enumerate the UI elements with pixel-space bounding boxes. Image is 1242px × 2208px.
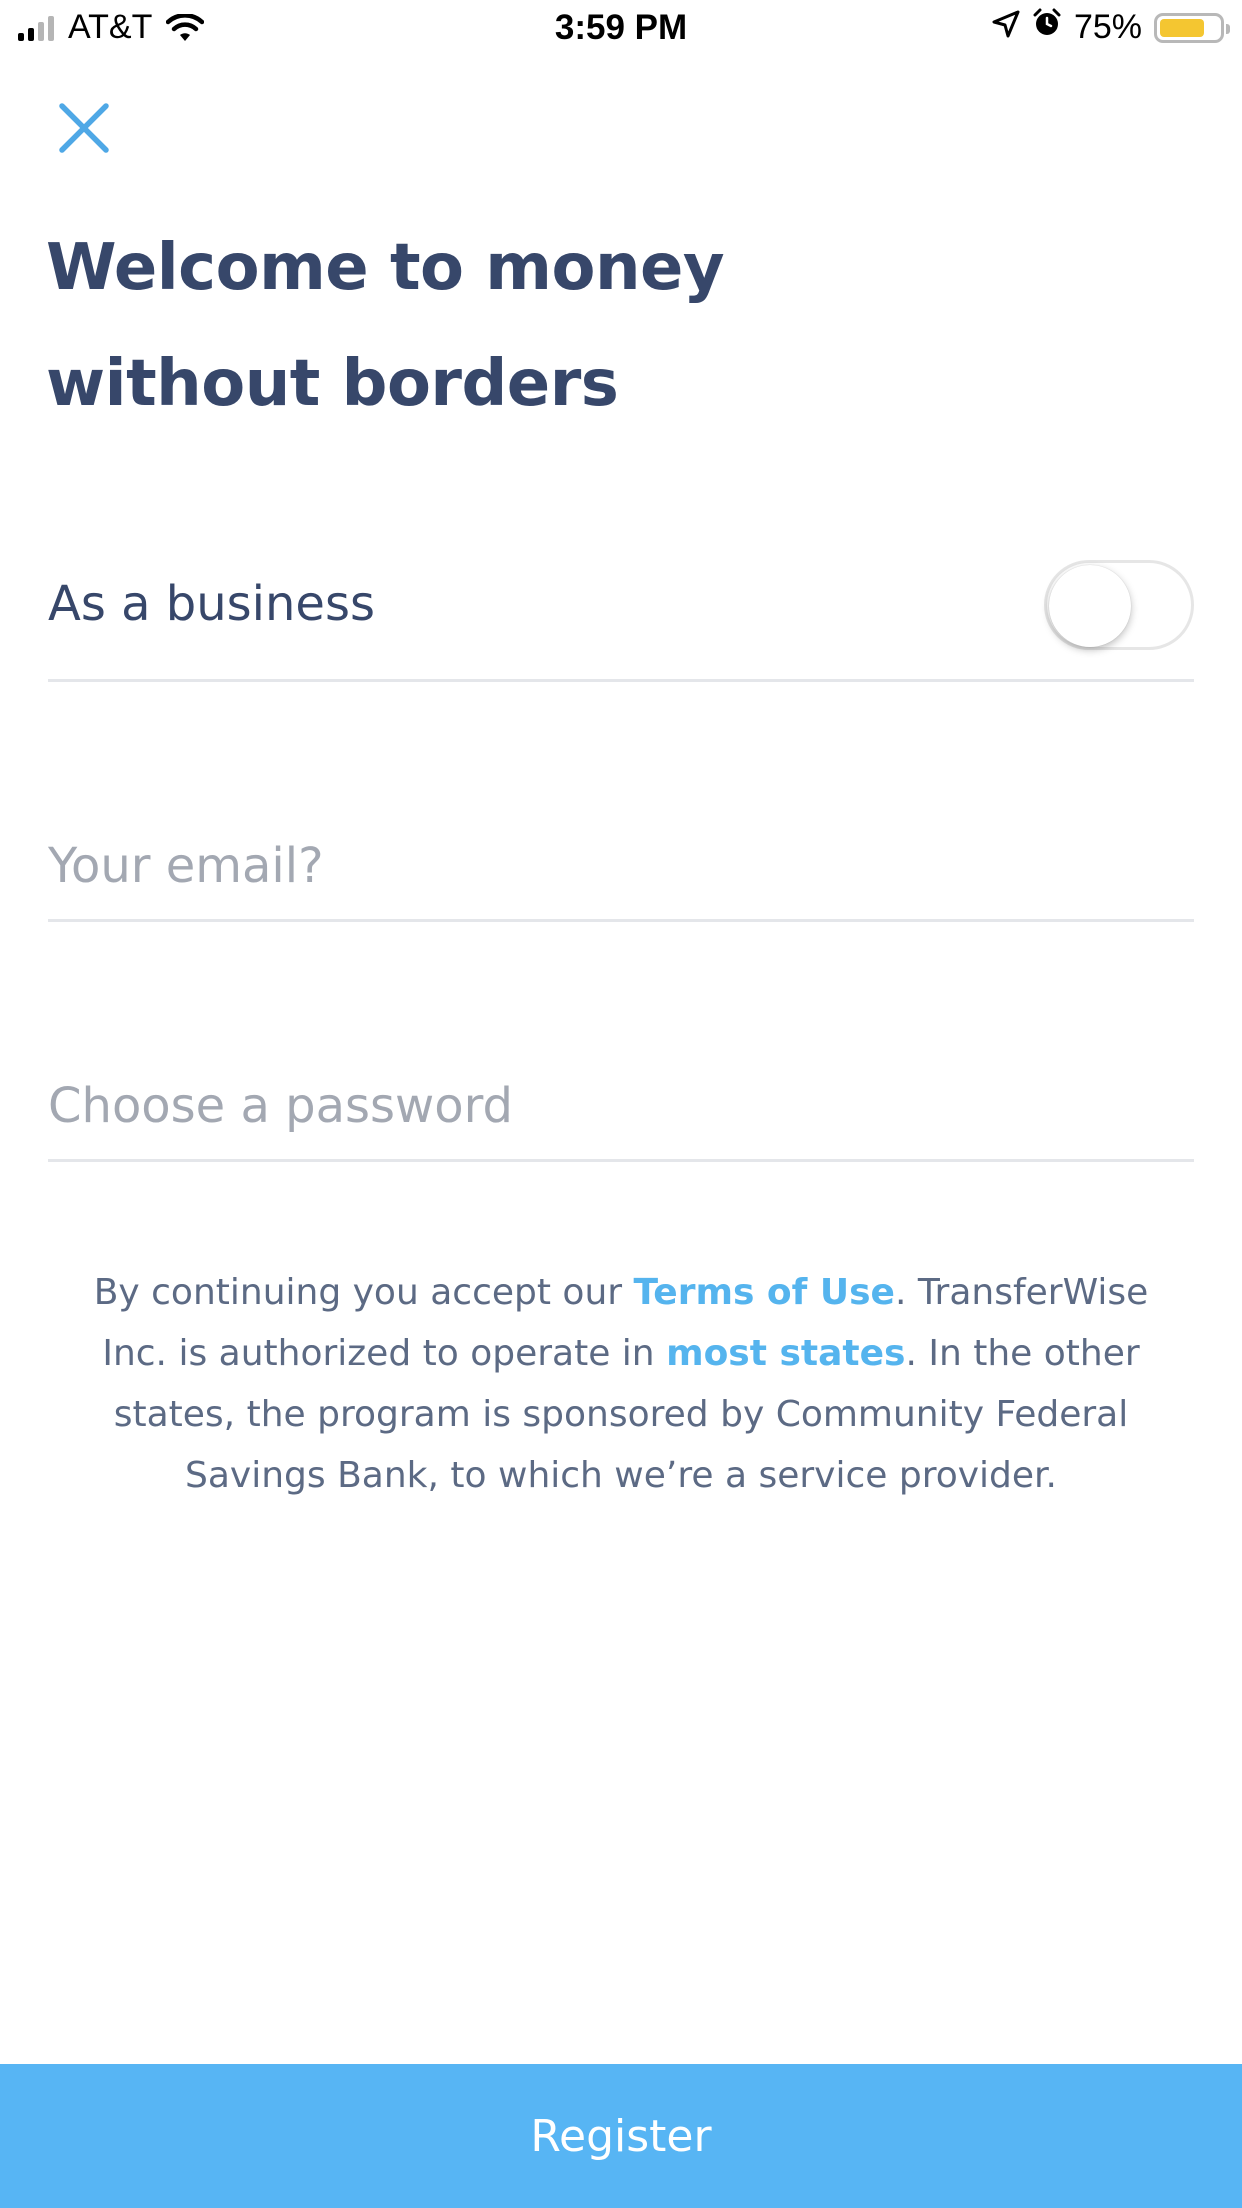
close-button[interactable] bbox=[48, 92, 120, 164]
legal-text-part1: By continuing you accept our bbox=[93, 1272, 634, 1313]
close-icon bbox=[59, 103, 109, 153]
email-row bbox=[48, 812, 1194, 922]
terms-of-use-link[interactable]: Terms of Use bbox=[634, 1272, 895, 1313]
business-toggle[interactable] bbox=[1044, 560, 1194, 650]
battery-percent: 75% bbox=[1073, 8, 1142, 46]
password-field[interactable] bbox=[48, 1070, 1194, 1142]
alarm-icon bbox=[1032, 8, 1062, 47]
toggle-knob bbox=[1049, 565, 1131, 647]
most-states-link[interactable]: most states bbox=[666, 1333, 905, 1374]
page-title: Welcome to money without borders bbox=[46, 231, 725, 421]
legal-notice: By continuing you accept our Terms of Us… bbox=[60, 1262, 1182, 1506]
business-label: As a business bbox=[48, 576, 375, 632]
battery-icon bbox=[1154, 12, 1230, 43]
status-right: 75% bbox=[992, 8, 1230, 47]
password-row bbox=[48, 1052, 1194, 1162]
battery-level bbox=[1160, 18, 1204, 37]
status-bar: AT&T 3:59 PM 75% bbox=[0, 0, 1242, 62]
email-field[interactable] bbox=[48, 830, 1194, 902]
location-arrow-icon bbox=[992, 8, 1020, 47]
business-row: As a business bbox=[48, 540, 1194, 682]
register-button[interactable]: Register bbox=[0, 2064, 1242, 2208]
